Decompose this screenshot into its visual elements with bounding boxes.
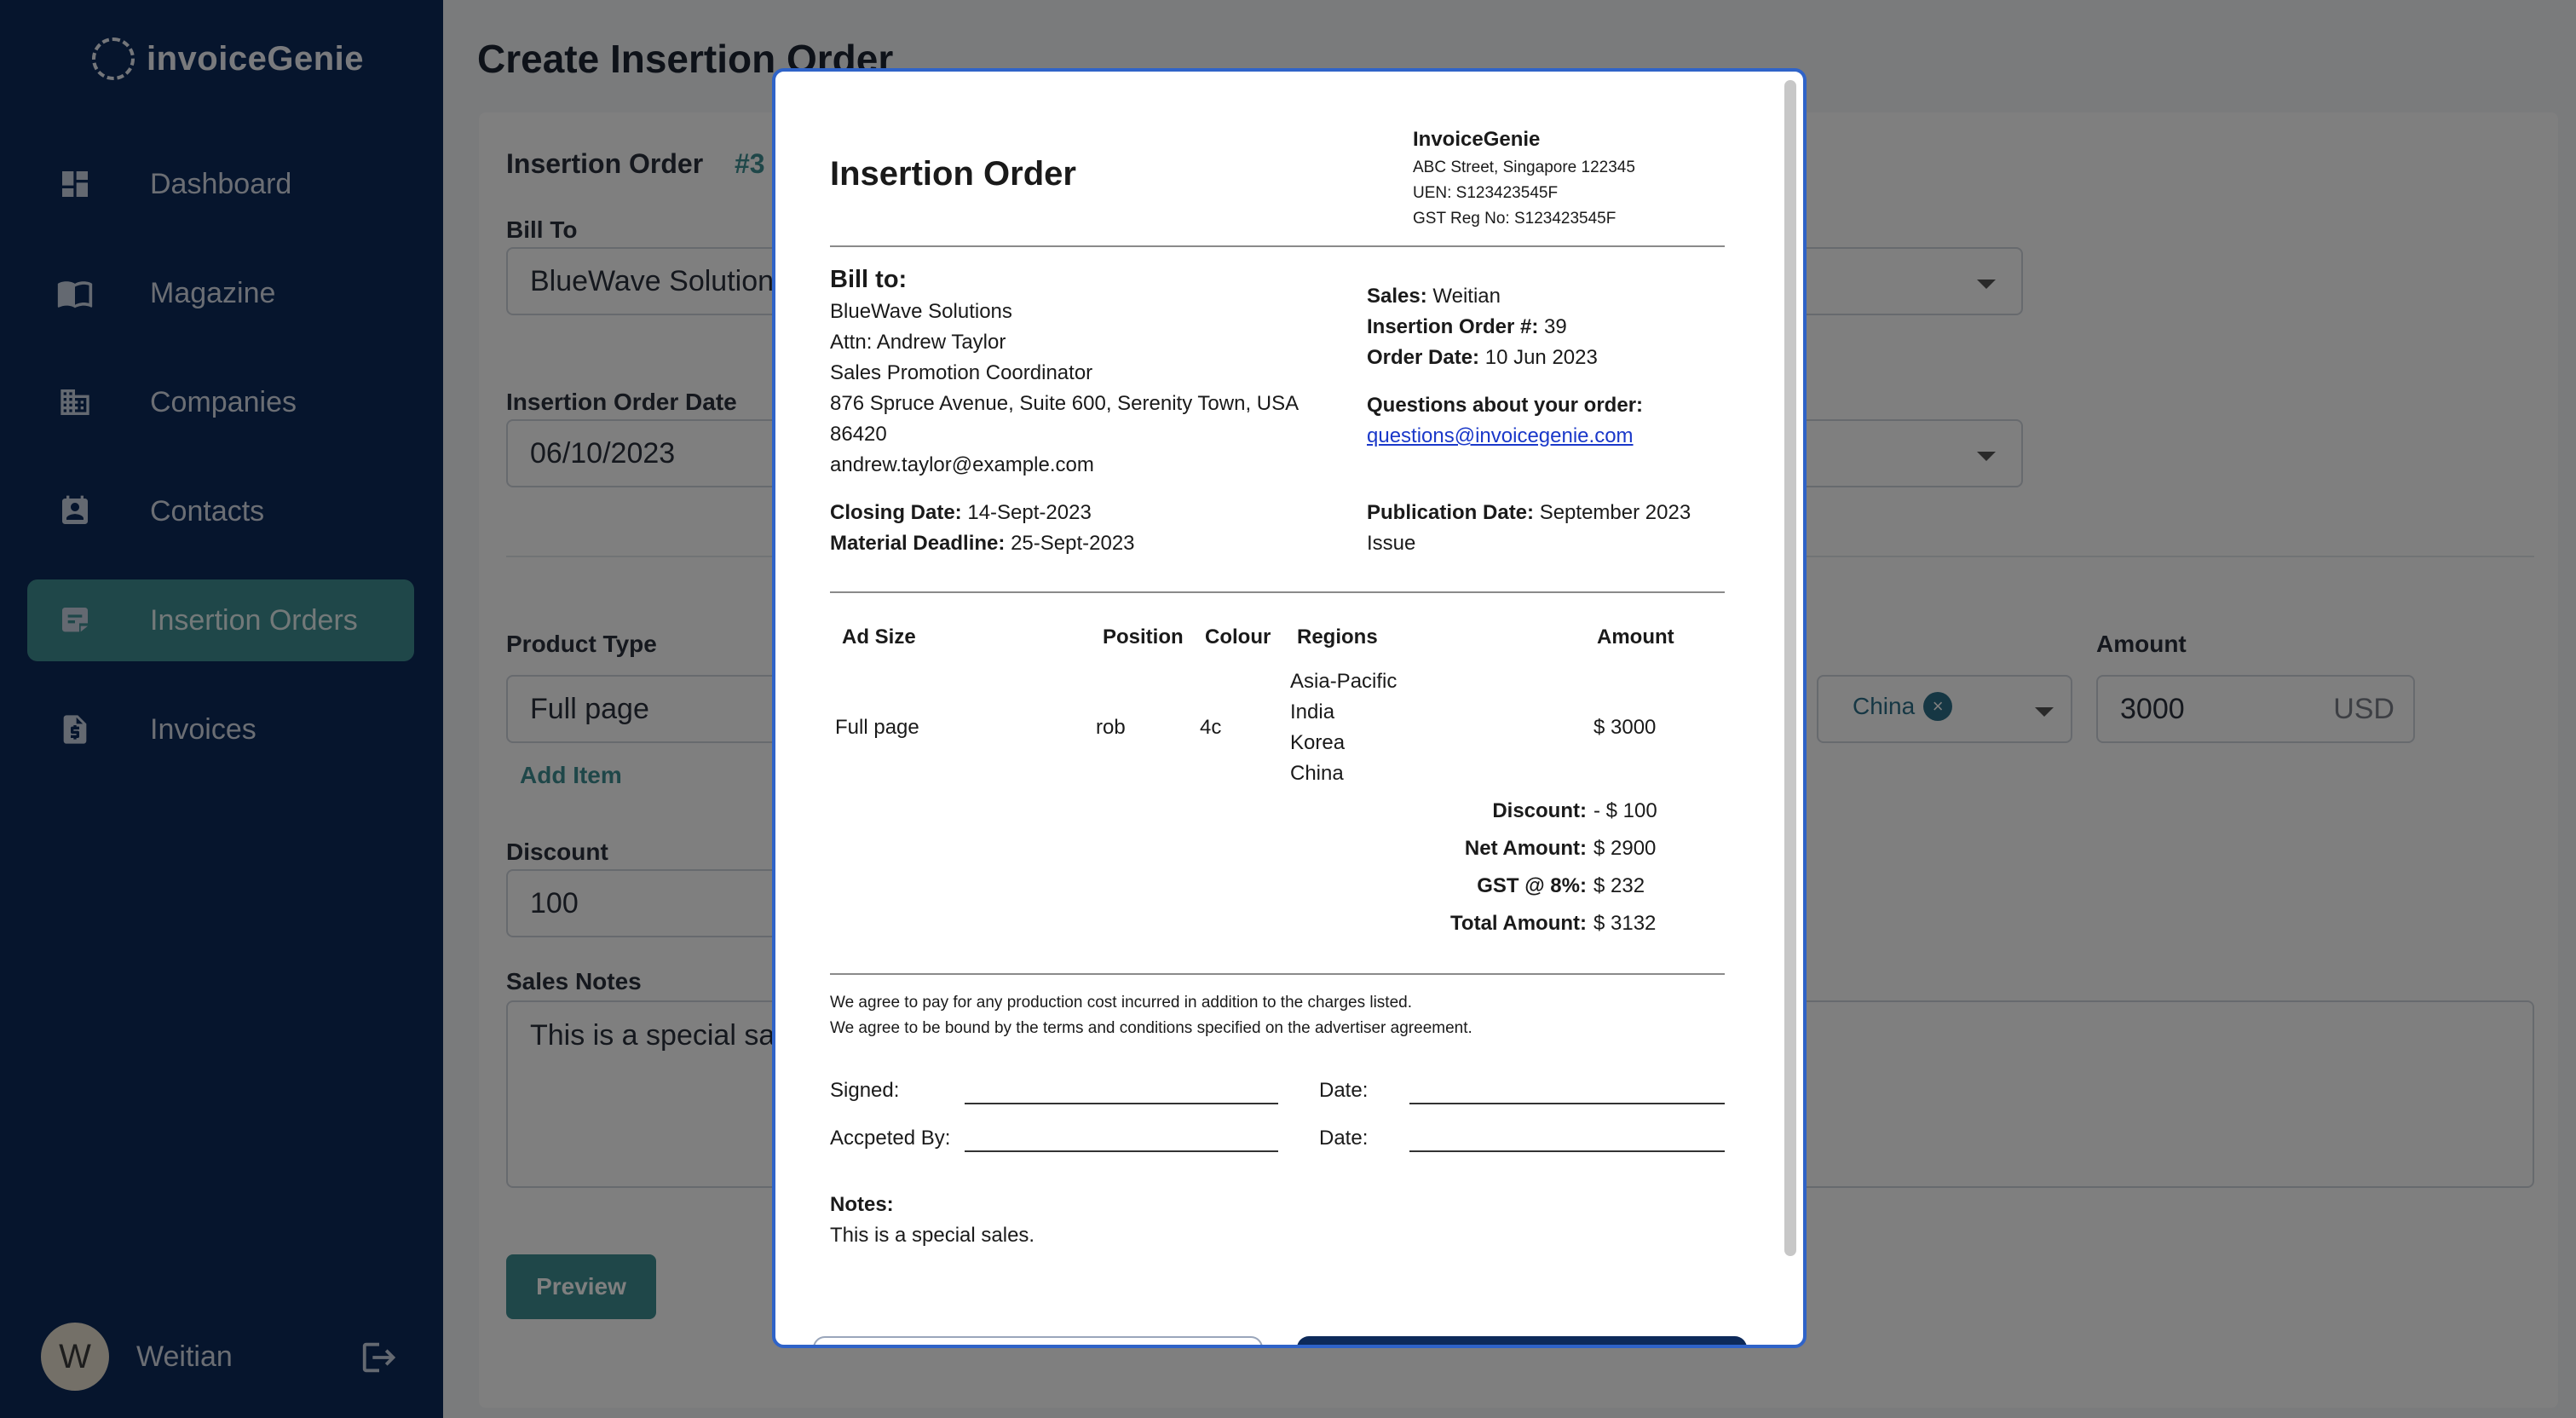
signed-label: Signed:	[830, 1079, 900, 1102]
modal-secondary-button[interactable]	[813, 1336, 1263, 1345]
net-amount-value: $ 2900	[1593, 837, 1657, 860]
divider	[830, 973, 1725, 975]
total-amount-value: $ 3132	[1593, 912, 1657, 935]
table-header-colour: Colour	[1205, 625, 1271, 648]
table-cell-ad-size: Full page	[835, 716, 919, 739]
closing-date-value: 14-Sept-2023	[967, 501, 1092, 524]
bill-to-line: Sales Promotion Coordinator	[830, 361, 1093, 384]
company-gst: GST Reg No: S123423545F	[1413, 210, 1616, 228]
gst-value: $ 232	[1593, 874, 1645, 897]
bill-to-line: andrew.taylor@example.com	[830, 453, 1094, 476]
table-cell-region: Asia-Pacific	[1290, 670, 1397, 693]
bill-to-line: Attn: Andrew Taylor	[830, 331, 1006, 354]
notes-value: This is a special sales.	[830, 1224, 1035, 1247]
date-line	[1409, 1150, 1725, 1152]
bill-to-line: 86420	[830, 423, 887, 446]
io-number-label: Insertion Order #:	[1367, 315, 1539, 338]
io-number-row: Insertion Order #: 39	[1367, 315, 1567, 339]
divider	[830, 245, 1725, 247]
material-deadline-value: 25-Sept-2023	[1011, 532, 1135, 555]
material-deadline-row: Material Deadline: 25-Sept-2023	[830, 532, 1135, 556]
modal-primary-button[interactable]	[1297, 1336, 1747, 1345]
table-cell-amount: $ 3000	[1593, 716, 1657, 739]
company-name: InvoiceGenie	[1413, 128, 1541, 151]
closing-date-row: Closing Date: 14-Sept-2023	[830, 501, 1092, 525]
insertion-order-document: Insertion Order InvoiceGenie ABC Street,…	[775, 72, 1803, 1345]
order-date-row: Order Date: 10 Jun 2023	[1367, 346, 1598, 370]
terms-line: We agree to be bound by the terms and co…	[830, 1019, 1472, 1037]
bill-to-heading: Bill to:	[830, 266, 908, 293]
company-address: ABC Street, Singapore 122345	[1413, 159, 1635, 176]
discount-total-label: Discount:	[1492, 799, 1587, 822]
sales-value: Weitian	[1432, 285, 1501, 308]
table-cell-region: Korea	[1290, 731, 1346, 754]
bill-to-line: BlueWave Solutions	[830, 300, 1012, 323]
publication-date-value: September 2023	[1539, 501, 1691, 524]
date-line	[1409, 1103, 1725, 1104]
signature-line	[965, 1150, 1278, 1152]
material-deadline-label: Material Deadline:	[830, 532, 1006, 555]
signature-line	[965, 1103, 1278, 1104]
publication-date-label: Publication Date:	[1367, 501, 1535, 524]
date-label: Date:	[1319, 1079, 1369, 1102]
date-label: Date:	[1319, 1127, 1369, 1150]
modal-scrollbar[interactable]	[1784, 80, 1796, 1256]
gst-label: GST @ 8%:	[1477, 874, 1587, 897]
net-amount-label: Net Amount:	[1464, 837, 1587, 860]
insertion-order-preview-modal: Insertion Order InvoiceGenie ABC Street,…	[772, 68, 1807, 1348]
table-header-amount: Amount	[1597, 625, 1674, 648]
company-uen: UEN: S123423545F	[1413, 184, 1559, 202]
notes-label: Notes:	[830, 1193, 894, 1216]
table-cell-region: China	[1290, 762, 1344, 785]
order-date-label: Order Date:	[1367, 346, 1480, 369]
questions-email-link[interactable]: questions@invoicegenie.com	[1367, 424, 1634, 448]
accepted-by-label: Accpeted By:	[830, 1127, 951, 1150]
divider	[830, 591, 1725, 593]
table-cell-region: India	[1290, 700, 1335, 723]
closing-date-label: Closing Date:	[830, 501, 962, 524]
questions-label: Questions about your order:	[1367, 394, 1644, 417]
table-header-position: Position	[1103, 625, 1184, 648]
discount-total-value: - $ 100	[1593, 799, 1657, 822]
sales-row: Sales: Weitian	[1367, 285, 1501, 308]
sales-label: Sales:	[1367, 285, 1427, 308]
io-number-value: 39	[1544, 315, 1567, 338]
table-header-ad-size: Ad Size	[842, 625, 916, 648]
publication-date-value-cont: Issue	[1367, 532, 1416, 555]
order-date-value: 10 Jun 2023	[1484, 346, 1598, 369]
document-title: Insertion Order	[830, 155, 1076, 193]
bill-to-line: 876 Spruce Avenue, Suite 600, Serenity T…	[830, 392, 1300, 415]
table-cell-position: rob	[1096, 716, 1126, 739]
terms-line: We agree to pay for any production cost …	[830, 994, 1412, 1012]
publication-date-row: Publication Date: September 2023	[1367, 501, 1691, 525]
total-amount-label: Total Amount:	[1450, 912, 1587, 935]
table-header-regions: Regions	[1297, 625, 1378, 648]
table-cell-colour: 4c	[1200, 716, 1222, 739]
